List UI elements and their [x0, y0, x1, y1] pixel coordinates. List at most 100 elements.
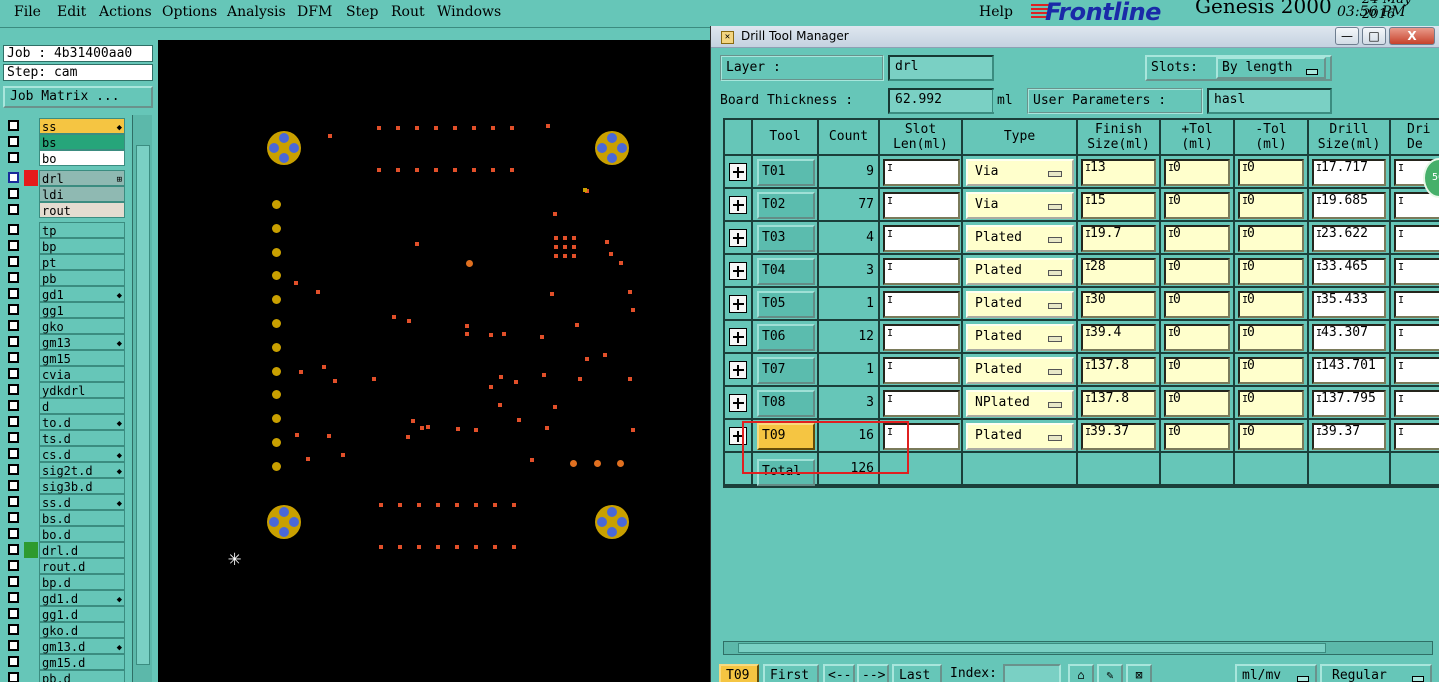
layer-affected-marker[interactable] — [24, 350, 38, 366]
layer-checkbox[interactable] — [8, 304, 19, 315]
layer-checkbox[interactable] — [8, 528, 19, 539]
layer-name[interactable]: sig2t.d ◆ — [39, 462, 125, 478]
tool-button[interactable]: T08 — [757, 390, 815, 417]
layer-name[interactable]: bs.d — [39, 510, 125, 526]
slot-length-input[interactable] — [883, 390, 960, 417]
layer-affected-marker[interactable] — [24, 222, 38, 238]
drill-size-input[interactable]: 23.622 — [1312, 225, 1386, 252]
layer-name[interactable]: gd1 ◆ — [39, 286, 125, 302]
tool-button[interactable]: T07 — [757, 357, 815, 384]
layer-checkbox[interactable] — [8, 640, 19, 651]
menu-step[interactable]: Step — [346, 4, 378, 20]
type-option-button[interactable]: Plated — [966, 225, 1074, 252]
layer-checkbox[interactable] — [8, 432, 19, 443]
layer-affected-marker[interactable] — [24, 334, 38, 350]
layer-affected-marker[interactable] — [24, 270, 38, 286]
drill-size-input[interactable]: 39.37 — [1312, 423, 1386, 450]
layer-affected-marker[interactable] — [24, 170, 38, 186]
menu-actions[interactable]: Actions — [99, 4, 152, 20]
job-matrix-button[interactable]: Job Matrix ... — [3, 86, 153, 108]
layer-checkbox[interactable] — [8, 464, 19, 475]
type-option-button[interactable]: Via — [966, 192, 1074, 219]
slot-length-input[interactable] — [883, 324, 960, 351]
layer-affected-marker[interactable] — [24, 462, 38, 478]
type-option-button[interactable]: Plated — [966, 423, 1074, 450]
finish-size-input[interactable]: 39.37 — [1081, 423, 1156, 450]
expand-icon[interactable] — [729, 394, 747, 412]
layer-checkbox[interactable] — [8, 120, 19, 131]
tool-button[interactable]: T02 — [757, 192, 815, 219]
layer-name[interactable]: ydkdrl — [39, 382, 125, 398]
layer-affected-marker[interactable] — [24, 558, 38, 574]
minus-tol-input[interactable]: 0 — [1238, 225, 1304, 252]
layer-affected-marker[interactable] — [24, 382, 38, 398]
minus-tol-input[interactable]: 0 — [1238, 324, 1304, 351]
layer-checkbox[interactable] — [8, 560, 19, 571]
layer-name[interactable]: bo — [39, 150, 125, 166]
layer-row[interactable]: bs.d — [3, 510, 127, 526]
layer-row[interactable]: gko.d — [3, 622, 127, 638]
finish-size-input[interactable]: 39.4 — [1081, 324, 1156, 351]
layer-checkbox[interactable] — [8, 384, 19, 395]
layer-row[interactable]: gd1.d ◆ — [3, 590, 127, 606]
layer-row[interactable]: pb — [3, 270, 127, 286]
layer-row[interactable]: gg1.d — [3, 606, 127, 622]
layer-name[interactable]: gg1 — [39, 302, 125, 318]
type-option-button[interactable]: Plated — [966, 357, 1074, 384]
tool-button[interactable]: T06 — [757, 324, 815, 351]
layer-row[interactable]: bo — [3, 150, 127, 166]
layer-affected-marker[interactable] — [24, 202, 38, 218]
drill-des-input[interactable] — [1394, 225, 1439, 252]
layer-row[interactable]: rout — [3, 202, 127, 218]
layer-checkbox[interactable] — [8, 512, 19, 523]
drill-size-input[interactable]: 33.465 — [1312, 258, 1386, 285]
table-horizontal-scrollbar[interactable] — [723, 641, 1433, 655]
layer-name[interactable]: drl.d — [39, 542, 125, 558]
layer-checkbox[interactable] — [8, 480, 19, 491]
layer-affected-marker[interactable] — [24, 238, 38, 254]
expand-icon[interactable] — [729, 229, 747, 247]
layer-checkbox[interactable] — [8, 400, 19, 411]
layer-affected-marker[interactable] — [24, 654, 38, 670]
layer-affected-marker[interactable] — [24, 526, 38, 542]
layer-row[interactable]: ss.d ◆ — [3, 494, 127, 510]
layer-row[interactable]: sig3b.d — [3, 478, 127, 494]
layer-affected-marker[interactable] — [24, 318, 38, 334]
finish-size-input[interactable]: 15 — [1081, 192, 1156, 219]
layer-name[interactable]: bp.d — [39, 574, 125, 590]
graphics-canvas[interactable]: ✳ — [158, 40, 710, 682]
close-button[interactable]: X — [1389, 27, 1435, 45]
menu-analysis[interactable]: Analysis — [227, 4, 286, 20]
layer-affected-marker[interactable] — [24, 150, 38, 166]
slot-length-input[interactable] — [883, 291, 960, 318]
slot-length-input[interactable] — [883, 357, 960, 384]
layer-name[interactable]: gm15 — [39, 350, 125, 366]
layer-checkbox[interactable] — [8, 136, 19, 147]
layer-row[interactable]: to.d ◆ — [3, 414, 127, 430]
layer-row[interactable]: tp — [3, 222, 127, 238]
layer-name[interactable]: cs.d ◆ — [39, 446, 125, 462]
layer-row[interactable]: ydkdrl — [3, 382, 127, 398]
type-option-button[interactable]: Plated — [966, 324, 1074, 351]
scrollbar-thumb[interactable] — [136, 145, 150, 665]
expand-icon[interactable] — [729, 262, 747, 280]
finish-size-input[interactable]: 137.8 — [1081, 390, 1156, 417]
type-option-button[interactable]: NPlated — [966, 390, 1074, 417]
layer-row[interactable]: sig2t.d ◆ — [3, 462, 127, 478]
layer-row[interactable]: gko — [3, 318, 127, 334]
expand-icon[interactable] — [729, 163, 747, 181]
minus-tol-input[interactable]: 0 — [1238, 192, 1304, 219]
minus-tol-input[interactable]: 0 — [1238, 291, 1304, 318]
expand-icon[interactable] — [729, 196, 747, 214]
layer-checkbox[interactable] — [8, 256, 19, 267]
minus-tol-input[interactable]: 0 — [1238, 423, 1304, 450]
type-option-button[interactable]: Via — [966, 159, 1074, 186]
layer-checkbox[interactable] — [8, 576, 19, 587]
plus-tol-input[interactable]: 0 — [1164, 390, 1230, 417]
layer-affected-marker[interactable] — [24, 542, 38, 558]
layer-name[interactable]: rout — [39, 202, 125, 218]
slot-length-input[interactable] — [883, 192, 960, 219]
layer-row[interactable]: gg1 — [3, 302, 127, 318]
layer-name[interactable]: ts.d — [39, 430, 125, 446]
layer-row[interactable]: drl.d — [3, 542, 127, 558]
